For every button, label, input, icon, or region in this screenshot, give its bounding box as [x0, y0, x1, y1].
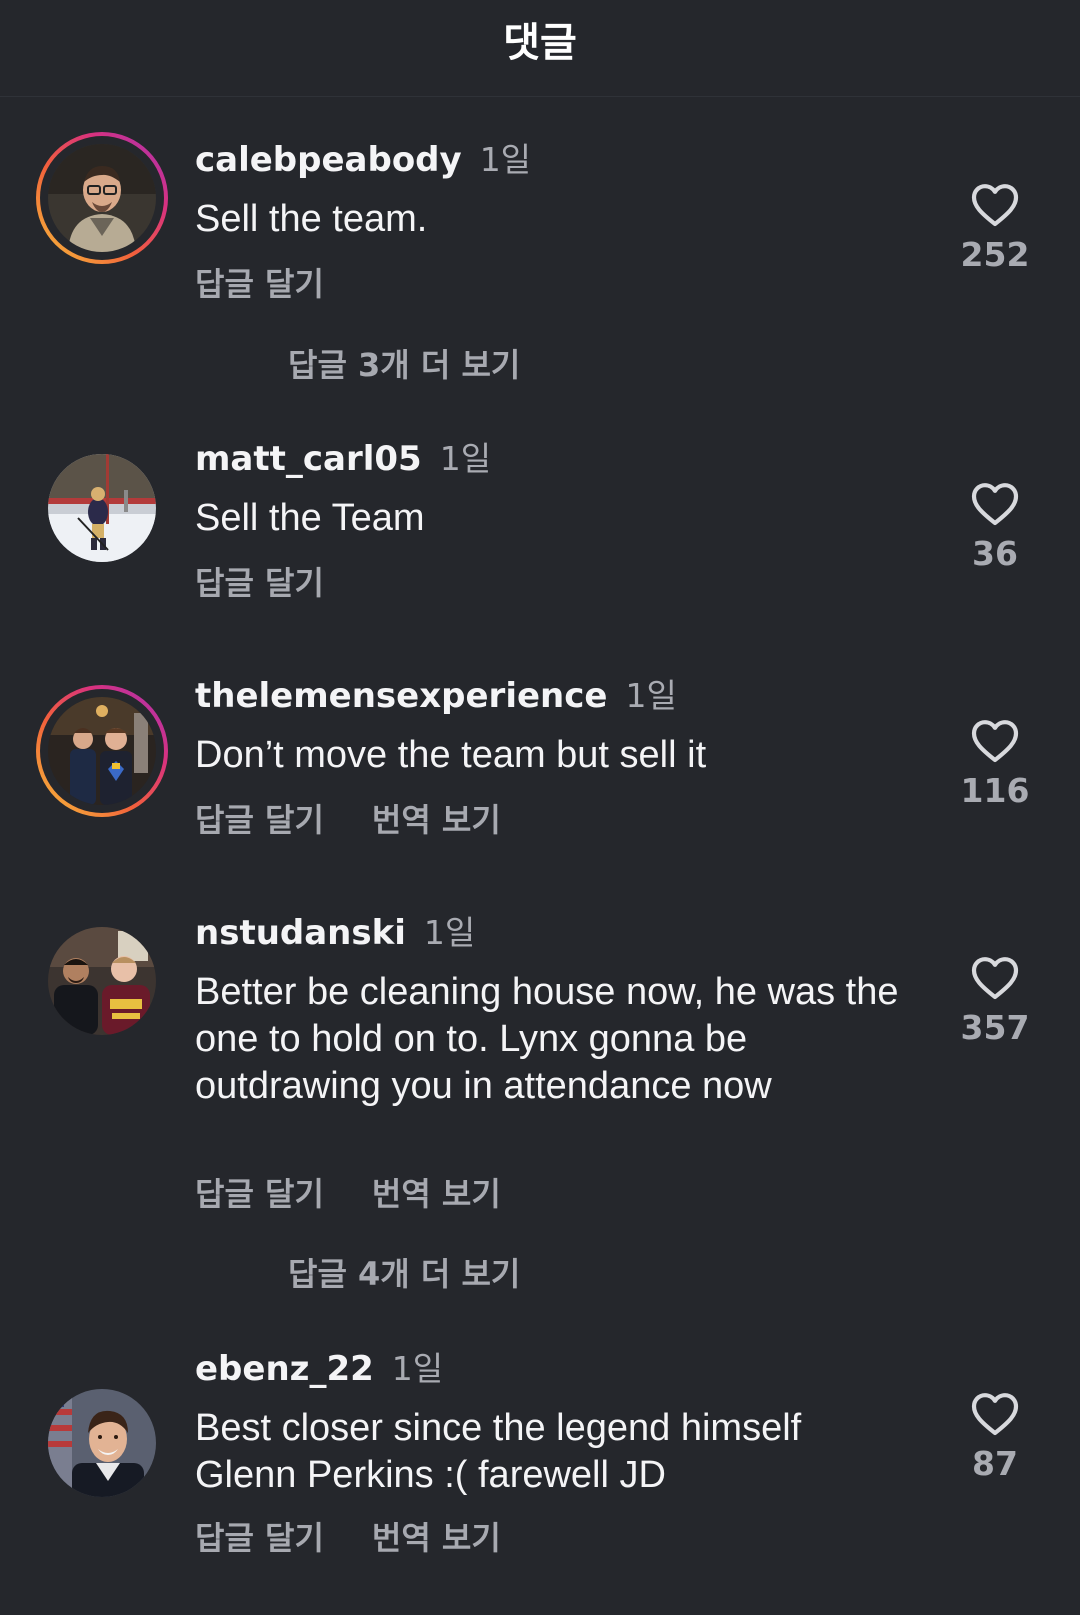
heart-outline-icon[interactable]	[970, 482, 1020, 526]
like-count: 116	[960, 771, 1030, 810]
heart-outline-icon[interactable]	[970, 183, 1020, 227]
avatar[interactable]	[36, 442, 168, 574]
see-translation-button[interactable]: 번역 보기	[372, 1519, 501, 1557]
see-translation-button[interactable]: 번역 보기	[372, 801, 501, 839]
avatar-image	[48, 697, 156, 805]
reply-button[interactable]: 답글 달기	[195, 564, 324, 602]
comment-time: 1일	[479, 140, 532, 179]
like-count: 36	[972, 534, 1018, 573]
comment-username[interactable]: thelemensexperience 1일	[195, 669, 677, 717]
comment-actions: 답글 달기	[195, 259, 324, 305]
avatar-image	[48, 927, 156, 1035]
comment-actions: 답글 달기	[195, 558, 324, 604]
like-count: 87	[972, 1444, 1018, 1483]
comment-actions: 답글 달기 번역 보기	[195, 795, 501, 841]
avatar-image	[48, 1389, 156, 1497]
like-button[interactable]: 252	[945, 183, 1045, 274]
avatar-image	[48, 144, 156, 252]
avatar[interactable]	[36, 915, 168, 1047]
comment-username[interactable]: ebenz_22 1일	[195, 1342, 443, 1390]
comment-username[interactable]: nstudanski 1일	[195, 906, 475, 954]
comment-time: 1일	[423, 913, 476, 952]
avatar[interactable]	[36, 685, 168, 817]
comment-text: Sell the team.	[195, 198, 428, 240]
like-button[interactable]: 116	[945, 719, 1045, 810]
page-title: 댓글	[503, 20, 577, 66]
view-more-replies-button[interactable]: 답글 3개 더 보기	[288, 340, 520, 386]
avatar-image	[48, 454, 156, 562]
comment-text: Best closer since the legend himself Gle…	[195, 1407, 802, 1496]
reply-button[interactable]: 답글 달기	[195, 1175, 324, 1213]
like-button[interactable]: 36	[945, 482, 1045, 573]
comment-text: Sell the Team	[195, 497, 425, 539]
like-button[interactable]: 357	[945, 956, 1045, 1047]
heart-outline-icon[interactable]	[970, 1392, 1020, 1436]
reply-button[interactable]: 답글 달기	[195, 801, 324, 839]
heart-outline-icon[interactable]	[970, 719, 1020, 763]
comment-text: Better be cleaning house now, he was the…	[195, 971, 899, 1107]
comment-time: 1일	[391, 1349, 444, 1388]
comment-actions: 답글 달기 번역 보기	[195, 1169, 501, 1215]
comment-text: Don’t move the team but sell it	[195, 734, 707, 776]
like-button[interactable]: 87	[945, 1392, 1045, 1483]
comment-actions: 답글 달기 번역 보기	[195, 1513, 501, 1559]
avatar[interactable]	[36, 132, 168, 264]
avatar[interactable]	[36, 1377, 168, 1509]
like-count: 357	[960, 1008, 1030, 1047]
like-count: 252	[960, 235, 1030, 274]
comment-username[interactable]: matt_carl05 1일	[195, 432, 491, 480]
comment-username[interactable]: calebpeabody 1일	[195, 133, 531, 181]
comment-time: 1일	[439, 439, 492, 478]
reply-button[interactable]: 답글 달기	[195, 265, 324, 303]
heart-outline-icon[interactable]	[970, 956, 1020, 1000]
reply-button[interactable]: 답글 달기	[195, 1519, 324, 1557]
view-more-replies-button[interactable]: 답글 4개 더 보기	[288, 1249, 520, 1295]
comments-header: 댓글	[0, 0, 1080, 97]
see-translation-button[interactable]: 번역 보기	[372, 1175, 501, 1213]
comment-time: 1일	[625, 676, 677, 715]
